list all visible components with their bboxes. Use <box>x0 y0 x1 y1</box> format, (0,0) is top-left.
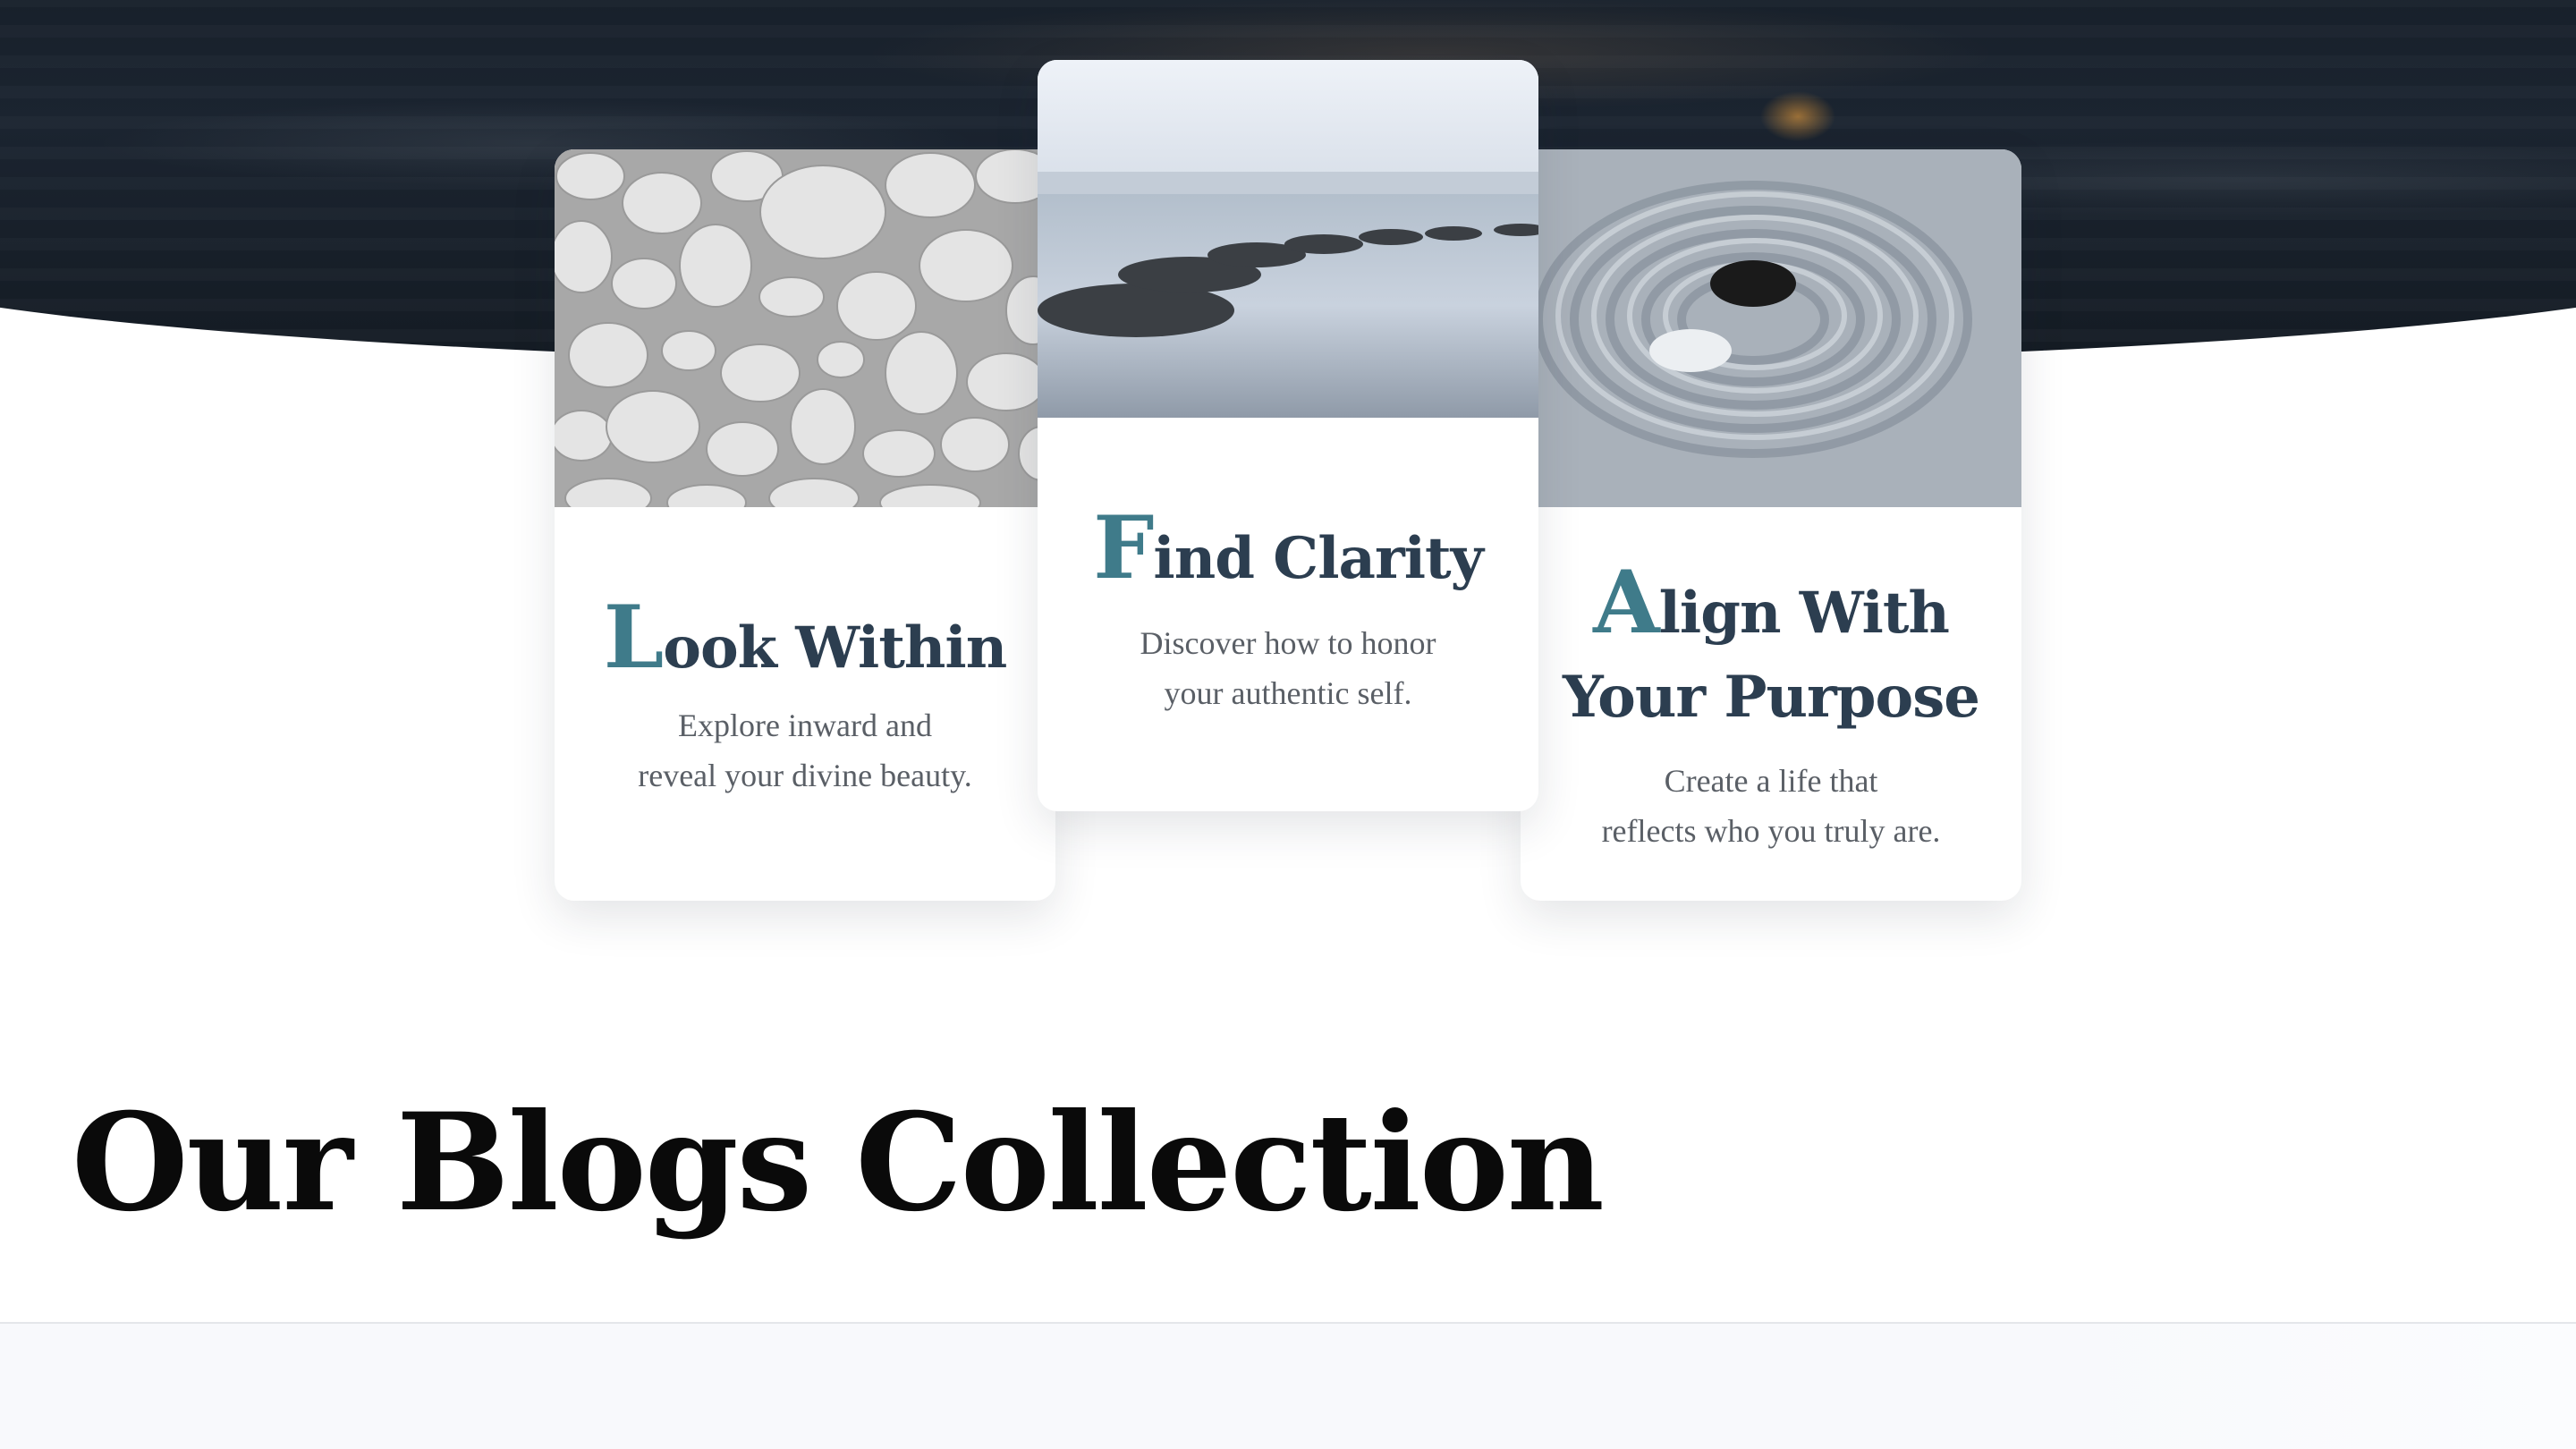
feature-card-find-clarity[interactable]: Find Clarity Discover how to honor your … <box>1038 60 1538 811</box>
card-title-find-clarity: Find Clarity <box>1038 505 1538 600</box>
blogs-section-heading: Our Blogs Collection <box>72 1084 1605 1241</box>
card-description: Explore inward and reveal your divine be… <box>555 700 1055 801</box>
card-description: Create a life that reflects who you trul… <box>1521 756 2021 856</box>
title-rest: ook Within <box>663 614 1007 682</box>
pebbles-image <box>555 149 1055 507</box>
stepping-stones-illustration <box>1038 60 1538 418</box>
card-description: Discover how to honor your authentic sel… <box>1038 618 1538 718</box>
zen-sand-image <box>1521 149 2021 507</box>
description-line-1: Discover how to honor <box>1140 625 1436 661</box>
pebbles-illustration <box>555 149 1055 507</box>
feature-card-look-within[interactable]: Look Within Explore inward and reveal yo… <box>555 149 1055 901</box>
title-initial: F <box>1093 497 1154 598</box>
title-initial: L <box>603 587 664 688</box>
title-rest: ind Clarity <box>1153 525 1483 592</box>
feature-card-align-purpose[interactable]: Align With Your Purpose Create a life th… <box>1521 149 2021 901</box>
title-line-1: Align With <box>1521 560 2021 656</box>
description-line-2: reflects who you truly are. <box>1601 813 1941 849</box>
description-line-2: your authentic self. <box>1164 675 1412 711</box>
title-line-2: Your Purpose <box>1563 664 1980 731</box>
title-rest: lign With <box>1658 580 1950 647</box>
description-line-2: reveal your divine beauty. <box>638 758 972 793</box>
stepping-stones-image <box>1038 60 1538 418</box>
card-title-align-purpose: Align With Your Purpose <box>1521 560 2021 740</box>
description-line-1: Explore inward and <box>678 708 932 743</box>
title-initial: A <box>1593 552 1659 653</box>
blog-list-container <box>0 1324 2576 1449</box>
zen-sand-illustration <box>1521 149 2021 507</box>
description-line-1: Create a life that <box>1664 763 1878 799</box>
card-title-look-within: Look Within <box>555 595 1055 690</box>
